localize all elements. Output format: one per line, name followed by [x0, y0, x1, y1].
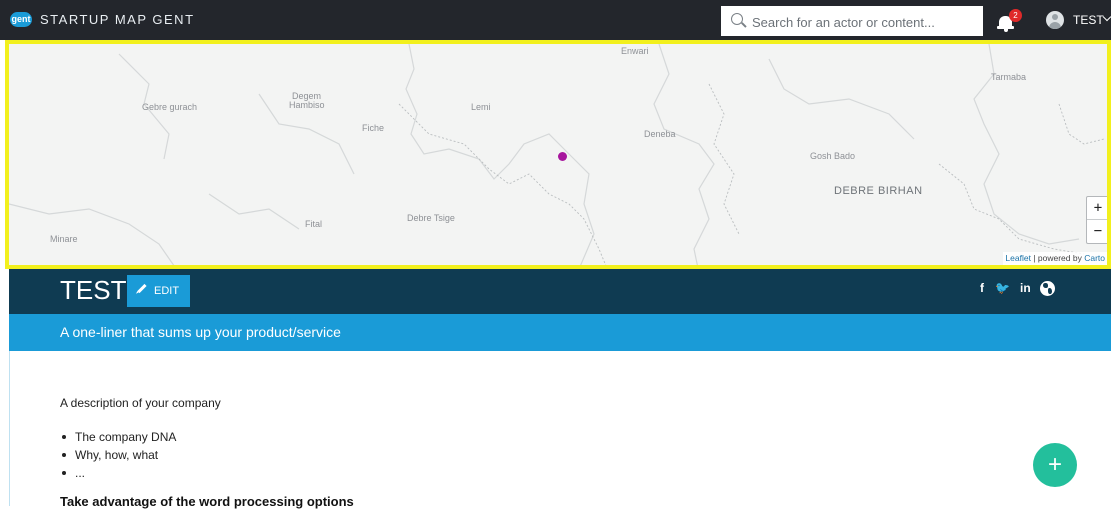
pencil-icon [137, 283, 147, 294]
leaflet-link[interactable]: Leaflet [1005, 253, 1031, 263]
top-navbar: gent STARTUP MAP GENT 2 TEST [0, 0, 1111, 40]
list-item: The company DNA [60, 429, 176, 447]
tagline-banner: A one-liner that sums up your product/se… [9, 314, 1111, 351]
facebook-icon[interactable]: f [980, 281, 984, 295]
notification-badge: 2 [1009, 9, 1022, 22]
search-input[interactable] [750, 8, 979, 36]
attribution-separator: | powered by [1030, 253, 1085, 263]
linkedin-icon[interactable]: in [1020, 281, 1031, 295]
location-marker[interactable] [558, 152, 567, 161]
map-place-label: DEBRE BIRHAN [834, 185, 923, 197]
page-title: TEST [60, 275, 127, 305]
map-attribution: Leaflet | powered by Carto [1003, 252, 1107, 265]
edit-button[interactable]: EDIT [127, 275, 190, 307]
company-description: A description of your company [60, 396, 221, 410]
map-place-label: Debre Tsige [407, 213, 455, 223]
avatar-icon[interactable] [1046, 11, 1064, 29]
map-place-label: Fiche [362, 123, 385, 133]
section-heading: Take advantage of the word processing op… [60, 494, 354, 509]
profile-content: A description of your company The compan… [9, 351, 1111, 509]
map-place-label: Fital [305, 219, 323, 229]
user-menu-label[interactable]: TEST [1073, 13, 1104, 27]
profile-header: TEST EDIT f 🐦 in [9, 269, 1111, 314]
search-icon [731, 13, 743, 25]
list-item: Why, how, what [60, 447, 176, 465]
map-place-label: Hambiso [289, 100, 325, 110]
zoom-control: + − [1086, 196, 1107, 244]
map-place-label: Tarmaba [991, 72, 1027, 82]
app-title[interactable]: STARTUP MAP GENT [40, 12, 195, 27]
gent-logo[interactable]: gent [10, 12, 32, 27]
map-place-label: Deneba [644, 129, 676, 139]
location-map[interactable]: Enwari Tarmaba Gebre gurach Degem Hambis… [5, 40, 1111, 269]
edit-button-label: EDIT [154, 285, 180, 297]
map-place-label: Gebre gurach [142, 102, 198, 112]
search-box[interactable] [721, 6, 983, 36]
map-place-label: Enwari [621, 46, 649, 56]
zoom-out-button[interactable]: − [1087, 220, 1107, 242]
zoom-in-button[interactable]: + [1087, 197, 1107, 220]
tagline: A one-liner that sums up your product/se… [60, 324, 341, 340]
twitter-icon[interactable]: 🐦 [995, 281, 1010, 295]
map-place-label: Gosh Bado [810, 151, 856, 161]
bullet-list: The company DNA Why, how, what ... [60, 429, 176, 483]
map-place-label: Minare [50, 234, 78, 244]
globe-icon[interactable] [1040, 281, 1055, 296]
map-place-label: Lemi [471, 102, 491, 112]
add-button[interactable]: + [1033, 443, 1077, 487]
list-item: ... [60, 465, 176, 483]
carto-link[interactable]: Carto [1084, 253, 1105, 263]
